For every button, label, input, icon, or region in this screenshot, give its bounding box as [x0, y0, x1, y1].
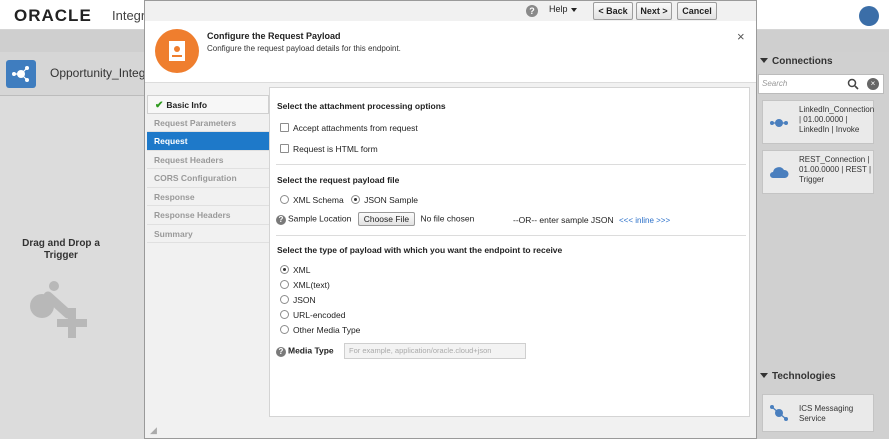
html-form-label: Request is HTML form [293, 144, 378, 154]
payload-type-section-title: Select the type of payload with which yo… [277, 245, 563, 255]
xml-schema-label: XML Schema [293, 195, 344, 205]
xml-schema-radio[interactable] [280, 195, 289, 204]
checkmark-icon: ✔ [155, 100, 164, 111]
messaging-icon [770, 405, 788, 421]
or-inline-row: --OR-- enter sample JSON <<< inline >>> [513, 215, 670, 225]
chevron-down-icon [570, 7, 577, 12]
add-trigger-icon[interactable] [28, 280, 94, 344]
connections-header[interactable]: Connections [758, 56, 886, 74]
step-cors-configuration: CORS Configuration [147, 169, 269, 188]
connection-card-label: LinkedIn_Connection | 01.00.0000 | Linke… [799, 105, 875, 134]
step-request-parameters: Request Parameters [147, 113, 269, 132]
media-type-row: ? Media Type For example, application/ora… [276, 343, 527, 359]
configure-endpoint-dialog: ? Help < Back Next > Cancel Configure th… [144, 0, 757, 439]
integration-icon [6, 60, 36, 88]
back-button[interactable]: < Back [593, 2, 633, 20]
connection-card-linkedin[interactable]: LinkedIn_Connection | 01.00.0000 | Linke… [762, 100, 874, 144]
json-sample-label: JSON Sample [364, 195, 418, 205]
oracle-logo: ORACLE [14, 6, 92, 25]
no-file-chosen-text: No file chosen [420, 213, 475, 224]
collapse-caret-icon [760, 58, 768, 63]
search-placeholder: Search [762, 79, 788, 88]
json-sample-radio[interactable] [351, 195, 361, 204]
accept-attachments-option[interactable]: Accept attachments from request [280, 123, 418, 133]
step-request-headers: Request Headers [147, 150, 269, 169]
technology-card-messaging[interactable]: ICS Messaging Service [762, 394, 874, 432]
payload-file-section-title: Select the request payload file [277, 175, 400, 185]
payload-option-xml[interactable]: XML [280, 265, 310, 275]
app-title: Integr [112, 8, 146, 23]
sample-location-row: ? Sample Location Choose File No file cho… [276, 212, 474, 226]
sample-location-label: Sample Location [288, 213, 352, 224]
connections-title: Connections [772, 56, 833, 67]
json-radio[interactable] [280, 295, 289, 304]
collapse-caret-icon [760, 373, 768, 378]
step-response-headers: Response Headers [147, 206, 269, 225]
other-media-type-radio[interactable] [280, 325, 289, 334]
payload-option-label: JSON [293, 295, 316, 305]
next-button[interactable]: Next > [636, 2, 672, 20]
choose-file-button[interactable]: Choose File [357, 212, 416, 226]
media-type-input[interactable]: For example, application/oracle.cloud+js… [344, 343, 527, 359]
html-form-option[interactable]: Request is HTML form [280, 144, 378, 154]
xml-radio[interactable] [280, 265, 289, 274]
connection-card-rest[interactable]: REST_Connection | 01.00.0000 | REST | Tr… [762, 150, 874, 194]
payload-option-other-media-type[interactable]: Other Media Type [280, 325, 360, 335]
technology-card-label: ICS Messaging Service [799, 404, 854, 423]
step-label: Basic Info [166, 100, 208, 110]
dialog-subtitle: Configure the request payload details fo… [207, 44, 401, 53]
close-icon[interactable]: × [737, 29, 745, 44]
endpoint-icon [155, 29, 199, 73]
payload-option-label: URL-encoded [293, 310, 346, 320]
integration-title: Opportunity_Integ [50, 66, 146, 80]
drag-drop-trigger-text: Drag and Drop a Trigger [22, 238, 100, 261]
step-response: Response [147, 187, 269, 206]
avatar[interactable] [859, 6, 879, 26]
url-encoded-radio[interactable] [280, 310, 289, 319]
wizard-toolbar: ? Help < Back Next > Cancel [145, 1, 756, 21]
help-icon[interactable]: ? [276, 347, 286, 358]
html-form-checkbox[interactable] [280, 144, 289, 153]
payload-option-label: XML [293, 265, 311, 275]
help-icon[interactable]: ? [276, 215, 286, 226]
help-menu[interactable]: Help [549, 4, 577, 14]
cancel-button[interactable]: Cancel [677, 2, 717, 20]
accept-attachments-checkbox[interactable] [280, 123, 289, 132]
payload-option-json[interactable]: JSON [280, 295, 316, 305]
payload-option-label: Other Media Type [293, 325, 361, 335]
wizard-steps: ✔ Basic Info Request Parameters Request R… [147, 95, 269, 243]
inline-json-link[interactable]: <<< inline >>> [619, 216, 670, 225]
dialog-title: Configure the Request Payload [207, 31, 341, 41]
technologies-title: Technologies [772, 371, 836, 382]
canvas-area [0, 96, 144, 439]
schema-type-radios: XML Schema JSON Sample [280, 195, 418, 205]
media-type-label: Media Type [288, 345, 334, 356]
payload-option-xml-text[interactable]: XML(text) [280, 280, 330, 290]
help-label: Help [549, 4, 568, 14]
payload-option-label: XML(text) [293, 280, 330, 290]
accept-attachments-label: Accept attachments from request [293, 123, 418, 133]
step-summary: Summary [147, 224, 269, 243]
divider [276, 235, 746, 236]
technologies-header[interactable]: Technologies [758, 371, 886, 389]
resize-handle-icon[interactable]: ◢ [150, 425, 157, 436]
connection-card-label: REST_Connection | 01.00.0000 | REST | Tr… [799, 155, 872, 184]
dialog-header: Configure the Request Payload Configure … [145, 21, 756, 83]
user-info-icon[interactable]: ? [526, 5, 538, 17]
cloud-rest-icon [770, 167, 789, 178]
search-icon[interactable] [847, 78, 859, 90]
attachment-section-title: Select the attachment processing options [277, 101, 446, 111]
or-enter-json-text: --OR-- enter sample JSON [513, 215, 614, 225]
payload-option-url-encoded[interactable]: URL-encoded [280, 310, 345, 320]
connections-search-input[interactable]: Search × [758, 74, 884, 94]
xml-text-radio[interactable] [280, 280, 289, 289]
step-basic-info[interactable]: ✔ Basic Info [147, 95, 269, 114]
step-request[interactable]: Request [147, 132, 269, 151]
request-config-panel: Select the attachment processing options… [269, 87, 750, 417]
clear-search-icon[interactable]: × [867, 78, 879, 90]
linkedin-adapter-icon [770, 119, 788, 127]
divider [276, 164, 746, 165]
